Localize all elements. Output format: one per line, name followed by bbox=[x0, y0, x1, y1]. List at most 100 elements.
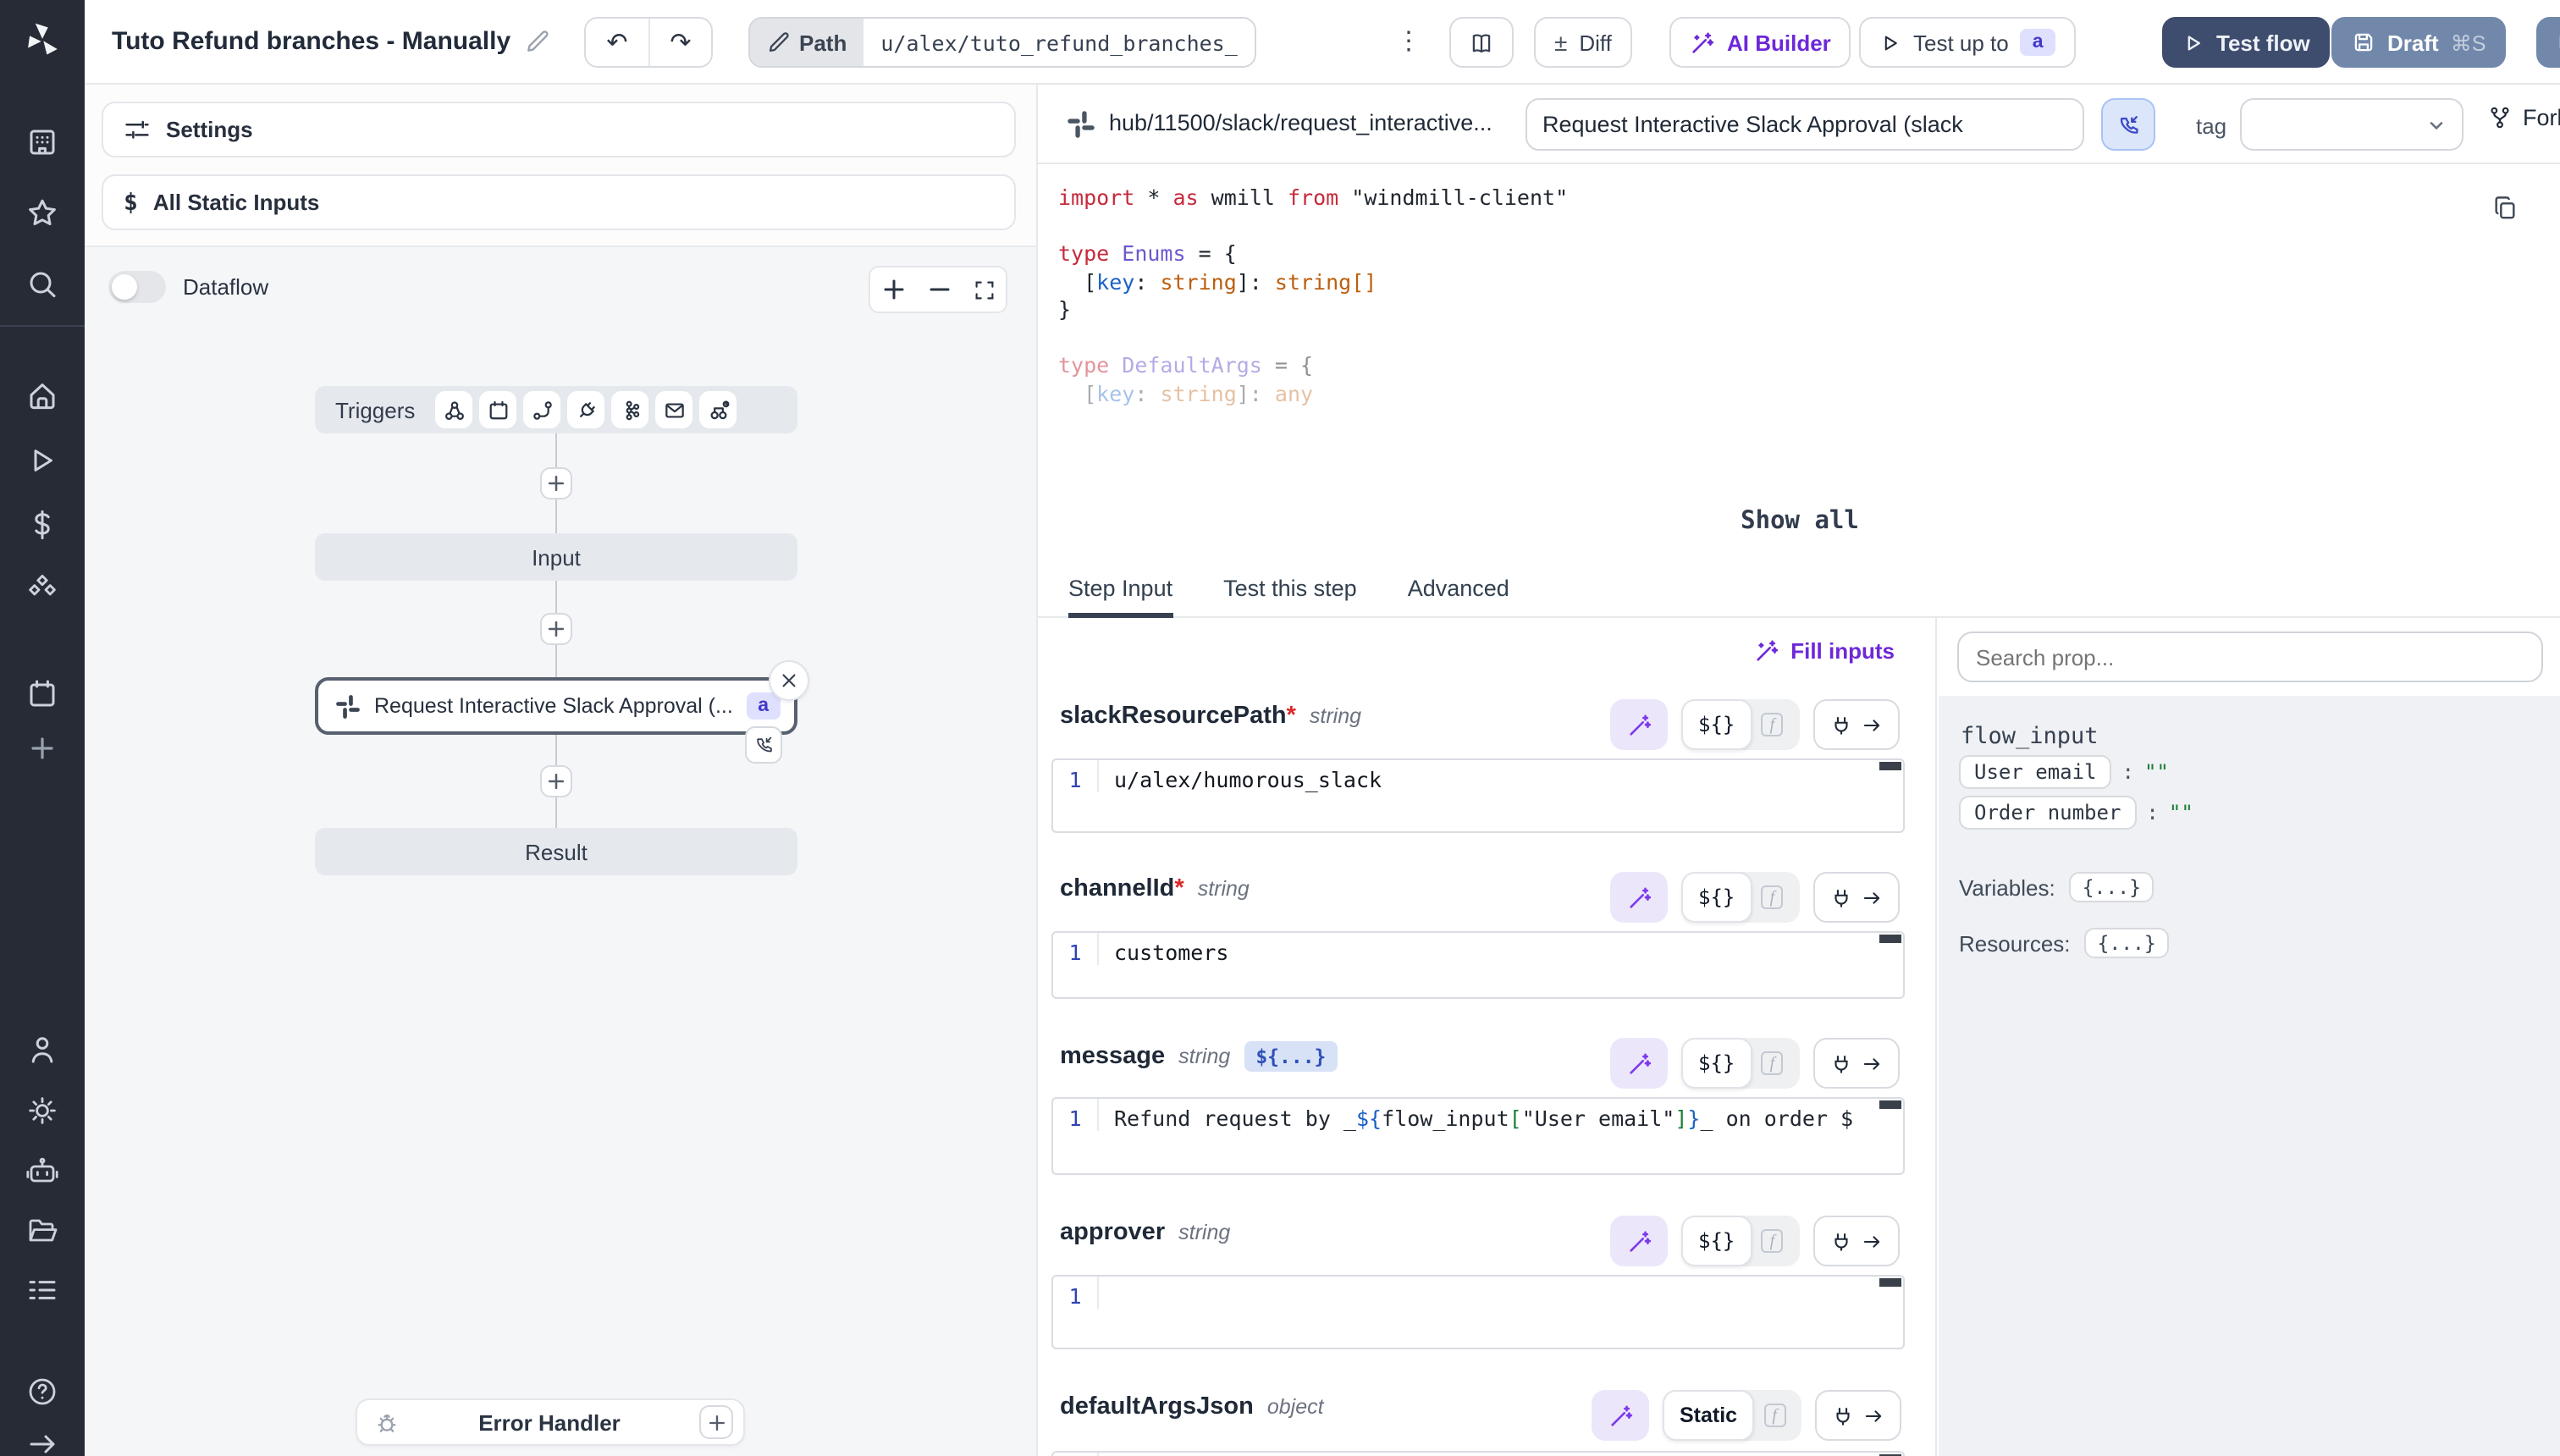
poll-trigger-icon[interactable] bbox=[699, 391, 737, 428]
workspace-icon[interactable] bbox=[25, 125, 59, 159]
resources-cubes-icon[interactable] bbox=[25, 572, 59, 606]
connect-plug-button[interactable] bbox=[1812, 1038, 1899, 1089]
insert-step-button[interactable] bbox=[540, 613, 572, 645]
expand-arrow-icon[interactable] bbox=[25, 1427, 59, 1456]
add-error-handler-button[interactable] bbox=[699, 1405, 733, 1439]
email-trigger-icon[interactable] bbox=[655, 391, 692, 428]
expr-mode-button[interactable]: ${} bbox=[1681, 872, 1752, 923]
expr-mode-button[interactable]: ${} bbox=[1681, 1038, 1752, 1089]
static-mode-button[interactable]: Static bbox=[1663, 1390, 1754, 1441]
copy-code-icon[interactable] bbox=[2492, 195, 2518, 220]
workers-robot-icon[interactable] bbox=[25, 1155, 59, 1189]
fn-mode-button[interactable]: f bbox=[1752, 1229, 1792, 1253]
test-up-to-button[interactable]: Test up to a bbox=[1859, 17, 2076, 68]
insert-step-button[interactable] bbox=[540, 765, 572, 797]
websocket-trigger-icon[interactable] bbox=[567, 391, 604, 428]
fn-mode-button[interactable]: f bbox=[1754, 1404, 1795, 1427]
step-summary-input[interactable] bbox=[1526, 98, 2084, 151]
undo-button[interactable]: ↶ bbox=[586, 19, 648, 66]
prop-row: Order number : "" bbox=[1959, 796, 2193, 830]
connect-plug-button[interactable] bbox=[1812, 699, 1899, 750]
input-mode-toggle: Staticf bbox=[1663, 1390, 1801, 1441]
flow-settings-button[interactable]: Settings bbox=[102, 102, 1016, 157]
diff-button[interactable]: ± Diff bbox=[1534, 17, 1632, 68]
field-editor-message[interactable]: 1Refund request by _${flow_input["User e… bbox=[1051, 1097, 1905, 1175]
schedules-calendar-icon[interactable] bbox=[25, 677, 59, 711]
remove-step-button[interactable] bbox=[769, 660, 809, 701]
folders-icon[interactable] bbox=[25, 1214, 59, 1248]
http-route-trigger-icon[interactable] bbox=[523, 391, 560, 428]
edit-title-pencil-icon[interactable] bbox=[524, 30, 548, 53]
dataflow-label: Dataflow bbox=[183, 274, 268, 300]
variables-expand-chip[interactable]: {...} bbox=[2069, 872, 2154, 902]
field-editor-approver[interactable]: 1 bbox=[1051, 1275, 1905, 1349]
tab-step-input[interactable]: Step Input bbox=[1068, 564, 1172, 618]
kafka-trigger-icon[interactable] bbox=[611, 391, 648, 428]
prop-search-input[interactable] bbox=[1957, 631, 2543, 682]
docs-book-button[interactable] bbox=[1449, 17, 1514, 68]
schedule-trigger-icon[interactable] bbox=[479, 391, 516, 428]
ai-builder-button[interactable]: AI Builder bbox=[1669, 17, 1851, 68]
variables-row: Variables: {...} bbox=[1959, 872, 2154, 902]
code-viewer[interactable]: import * as wmill from "windmill-client"… bbox=[1038, 164, 2560, 564]
save-draft-button[interactable]: Draft ⌘S bbox=[2331, 17, 2506, 68]
favorites-star-icon[interactable] bbox=[25, 196, 59, 230]
search-icon[interactable] bbox=[25, 267, 59, 301]
more-options-kebab-icon[interactable]: ⋮ bbox=[1392, 20, 1426, 64]
suspend-approval-icon[interactable] bbox=[745, 726, 782, 764]
connect-plug-button[interactable] bbox=[1812, 872, 1899, 923]
redo-button[interactable]: ↷ bbox=[648, 19, 711, 66]
fork-button[interactable]: Fork bbox=[2487, 105, 2560, 130]
test-flow-button[interactable]: Test flow bbox=[2162, 17, 2331, 68]
resources-expand-chip[interactable]: {...} bbox=[2084, 928, 2170, 958]
field-editor-defaultargsjson[interactable]: 1 bbox=[1051, 1451, 1905, 1456]
triggers-node[interactable]: Triggers bbox=[315, 386, 797, 433]
fill-inputs-button[interactable]: Fill inputs bbox=[1753, 638, 1895, 664]
ai-fill-button[interactable] bbox=[1592, 1390, 1649, 1441]
fn-mode-button[interactable]: f bbox=[1752, 713, 1792, 736]
tag-select[interactable] bbox=[2240, 98, 2463, 151]
hub-script-path[interactable]: hub/11500/slack/request_interactive... bbox=[1109, 110, 1492, 135]
runs-play-icon[interactable] bbox=[25, 444, 59, 477]
show-all-code-button[interactable]: Show all bbox=[1038, 508, 2560, 535]
fn-mode-button[interactable]: f bbox=[1752, 1051, 1792, 1075]
all-static-inputs-button[interactable]: $ All Static Inputs bbox=[102, 174, 1016, 230]
ai-fill-button[interactable] bbox=[1610, 872, 1668, 923]
deploy-button[interactable]: Deploy bbox=[2536, 17, 2560, 68]
ai-fill-button[interactable] bbox=[1610, 699, 1668, 750]
path-group[interactable]: Path u/alex/tuto_refund_branches_ bbox=[748, 17, 1256, 68]
result-node[interactable]: Result bbox=[315, 828, 797, 875]
tab-test-this-step[interactable]: Test this step bbox=[1223, 564, 1357, 618]
add-plus-icon[interactable] bbox=[25, 731, 59, 765]
slack-approval-step-node[interactable]: Request Interactive Slack Approval (... … bbox=[315, 677, 797, 735]
user-icon[interactable] bbox=[25, 1033, 59, 1067]
error-handler-node[interactable]: Error Handler bbox=[356, 1398, 745, 1446]
prop-chip-order-number[interactable]: Order number bbox=[1959, 796, 2136, 830]
field-editor-channelid[interactable]: 1customers bbox=[1051, 931, 1905, 999]
ai-fill-button[interactable] bbox=[1610, 1038, 1668, 1089]
fit-view-button[interactable] bbox=[973, 279, 995, 301]
connect-plug-button[interactable] bbox=[1812, 1216, 1899, 1266]
dataflow-toggle[interactable] bbox=[108, 271, 166, 303]
windmill-logo-icon[interactable] bbox=[20, 19, 64, 63]
expr-mode-button[interactable]: ${} bbox=[1681, 699, 1752, 750]
suspend-approval-button[interactable] bbox=[2101, 98, 2155, 151]
connect-plug-button[interactable] bbox=[1815, 1390, 1901, 1441]
prop-chip-user-email[interactable]: User email bbox=[1959, 755, 2112, 789]
variables-dollar-icon[interactable] bbox=[25, 508, 59, 542]
expr-mode-button[interactable]: ${} bbox=[1681, 1216, 1752, 1266]
path-value[interactable]: u/alex/tuto_refund_branches_ bbox=[863, 19, 1254, 66]
field-editor-slackresourcepath[interactable]: 1u/alex/humorous_slack bbox=[1051, 758, 1905, 833]
fn-mode-button[interactable]: f bbox=[1752, 885, 1792, 909]
ai-fill-button[interactable] bbox=[1610, 1216, 1668, 1266]
input-node[interactable]: Input bbox=[315, 533, 797, 581]
help-icon[interactable] bbox=[25, 1375, 59, 1409]
zoom-out-button[interactable] bbox=[927, 278, 951, 301]
zoom-in-button[interactable] bbox=[881, 278, 905, 301]
home-icon[interactable] bbox=[25, 379, 59, 413]
settings-gear-icon[interactable] bbox=[25, 1094, 59, 1128]
insert-step-button[interactable] bbox=[540, 467, 572, 499]
tab-advanced[interactable]: Advanced bbox=[1408, 564, 1509, 618]
audit-logs-list-icon[interactable] bbox=[25, 1273, 59, 1307]
webhook-trigger-icon[interactable] bbox=[435, 391, 472, 428]
